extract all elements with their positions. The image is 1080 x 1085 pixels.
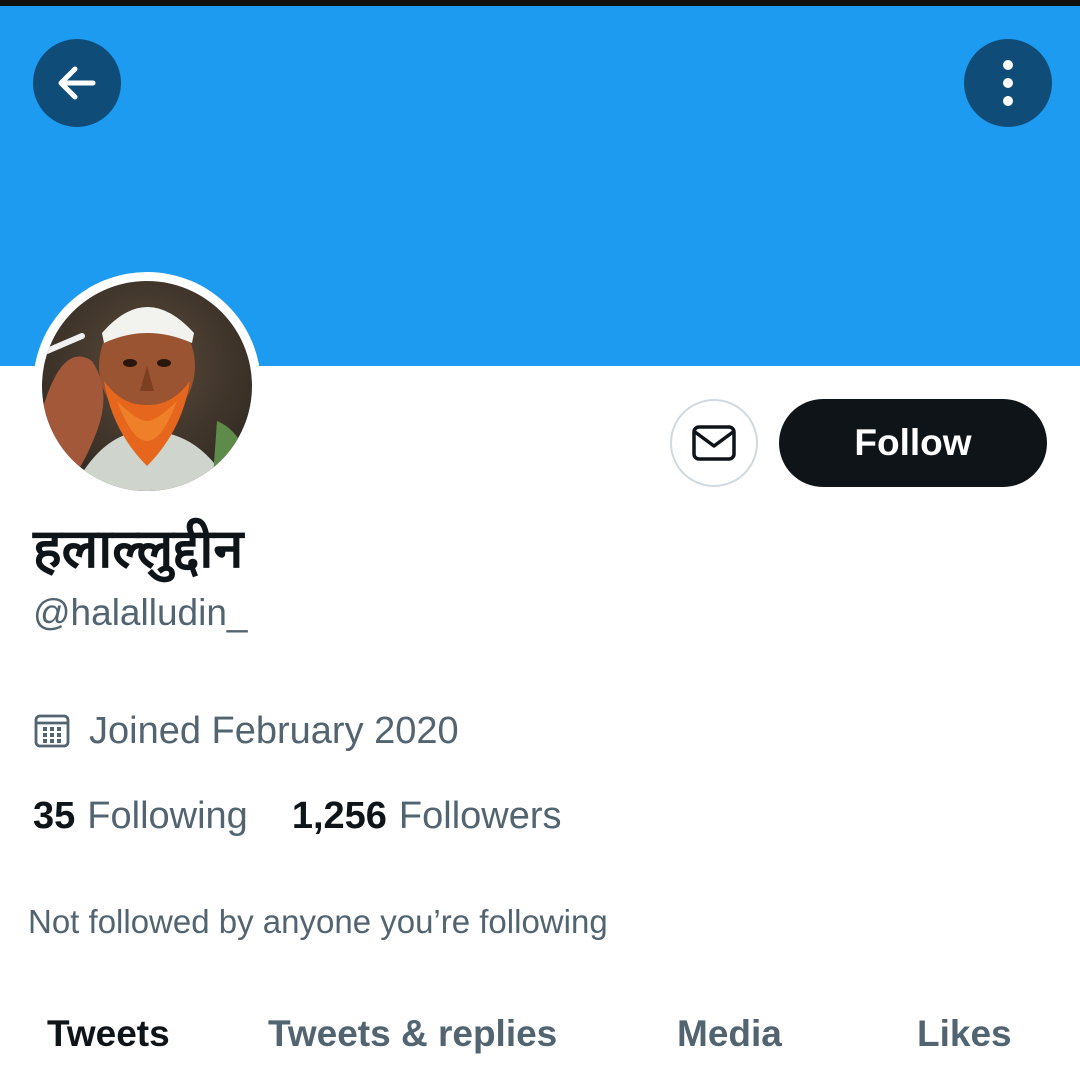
mutuals-note: Not followed by anyone you’re following <box>28 903 608 940</box>
display-name: हलाल्लुद्दीन <box>33 517 244 580</box>
tab-tweets[interactable]: Tweets <box>47 1011 170 1057</box>
joined-date: Joined February 2020 <box>33 708 459 754</box>
envelope-icon <box>692 425 736 461</box>
following-link[interactable]: 35 Following <box>33 795 248 838</box>
joined-text: Joined February 2020 <box>89 709 459 752</box>
follow-button[interactable]: Follow <box>779 399 1047 487</box>
more-options-button[interactable] <box>964 39 1052 127</box>
followers-count: 1,256 <box>291 794 387 837</box>
arrow-left-icon <box>58 66 96 100</box>
following-label: Following <box>87 794 248 837</box>
calendar-icon <box>34 714 70 748</box>
avatar-image <box>42 281 252 491</box>
tab-tweets-and-replies[interactable]: Tweets & replies <box>268 1011 557 1057</box>
username-handle: @halalludin_ <box>33 592 248 633</box>
followers-link[interactable]: 1,256 Followers <box>292 795 562 838</box>
vertical-dots-icon <box>1003 60 1013 106</box>
back-button[interactable] <box>33 39 121 127</box>
tab-media[interactable]: Media <box>677 1011 782 1057</box>
message-button[interactable] <box>670 399 758 487</box>
avatar[interactable] <box>33 272 261 500</box>
following-count: 35 <box>33 794 76 837</box>
follow-stats: 35 Following 1,256 Followers <box>33 793 562 839</box>
followers-label: Followers <box>398 794 562 837</box>
tab-likes[interactable]: Likes <box>917 1011 1012 1057</box>
